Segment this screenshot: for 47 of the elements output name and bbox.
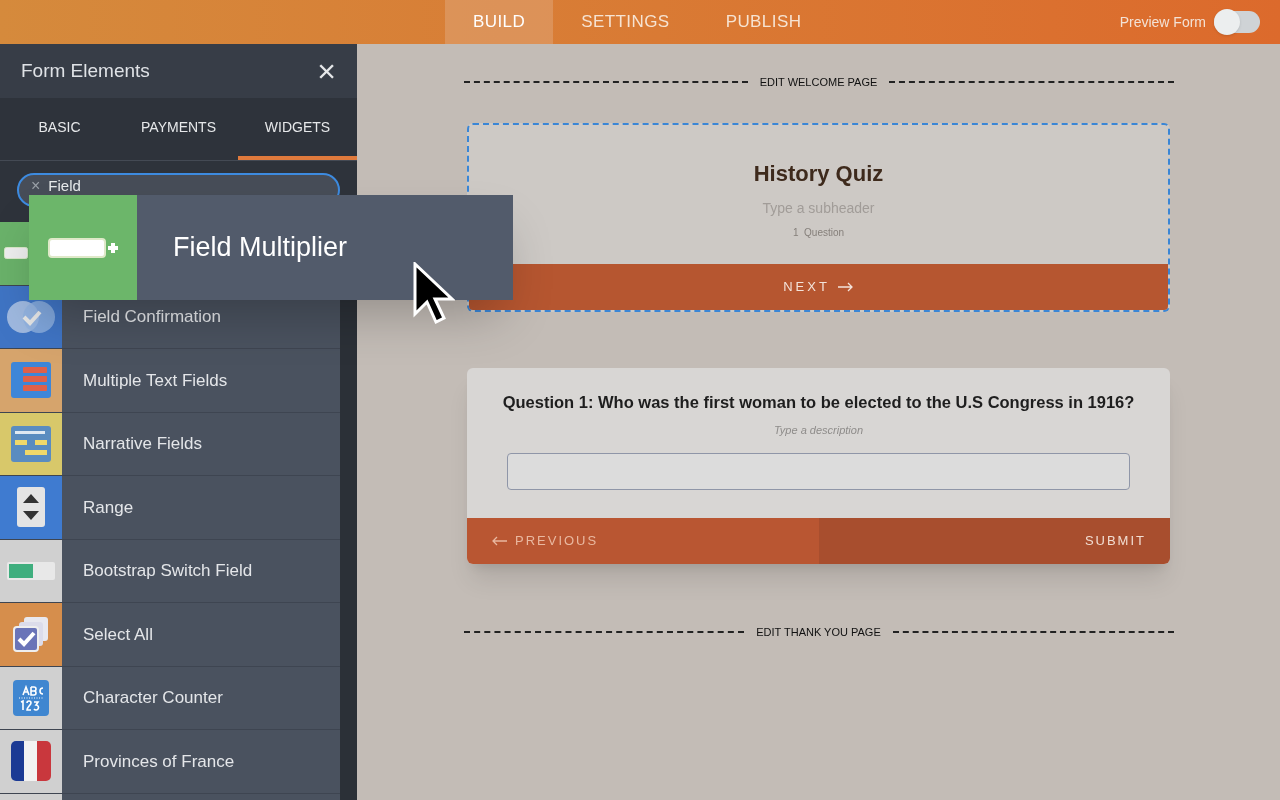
widget-item[interactable]: Provinces of France [0,730,340,794]
narrative-text-icon [11,425,51,462]
widget-item[interactable]: Character Counter [0,666,340,730]
question-text: Question 1: Who was the first woman to be elected to the U.S Congress in 1916? [502,391,1135,413]
sidebar-tab[interactable]: PAYMENTS [119,98,238,160]
widget-item[interactable]: Select All [0,603,340,667]
widget-item[interactable]: Multiple Text Fields [0,349,340,413]
widget-item[interactable]: Range [0,476,340,540]
next-button[interactable]: NEXT [469,263,1168,310]
submit-button[interactable]: SUBMIT [818,517,1170,564]
search-text: Field [48,178,81,193]
dragged-widget-tooltip[interactable]: Field Multiplier [29,195,513,300]
sidebar-tab[interactable]: WIDGETS [238,98,357,160]
close-button[interactable]: × [317,55,336,87]
preview-toggle[interactable] [1214,11,1260,33]
mouse-cursor-icon [413,262,455,324]
widget-label: Select All [83,623,153,646]
widget-label: Narrative Fields [83,433,203,455]
clear-button[interactable]: × [31,178,41,194]
sidebar-title: Form Elements [21,58,150,83]
widget-label: Character Counter [83,687,223,709]
widget-label: Multiple Text Fields [83,369,228,392]
toggle-switch-icon [7,561,55,580]
sidebar-tab[interactable]: BASIC [0,98,119,160]
check-circles-icon [5,298,57,335]
divider-label[interactable]: EDIT WELCOME PAGE [759,74,878,91]
right-arrow-icon [837,281,854,292]
widget-label: Bootstrap Switch Field [83,560,253,582]
text-lines-icon [11,362,51,399]
widget-item[interactable]: Bootstrap Switch Field [0,539,340,603]
field-bar-icon [4,247,28,260]
description-field[interactable]: Type a description [668,422,969,439]
widget-label: Field Confirmation [83,306,221,328]
dragged-widget-label: Field Multiplier [173,231,348,265]
abc-123-icon [13,679,49,716]
widget-label: Range [83,496,134,519]
divider-label[interactable]: EDIT THANK YOU PAGE [756,623,881,641]
answer-field[interactable] [507,452,1130,490]
quiz-title: History Quiz [753,159,884,188]
stacked-checkboxes-icon [12,615,50,654]
widget-item[interactable]: Narrative Fields [0,412,340,476]
preview-label: Preview Form [1119,12,1206,32]
widget-label: Provinces of France [83,750,235,773]
flag-icon [11,741,51,782]
question-count: 1 Question [792,225,845,240]
left-arrow-icon [491,535,507,546]
up-down-arrows-icon [17,487,45,528]
